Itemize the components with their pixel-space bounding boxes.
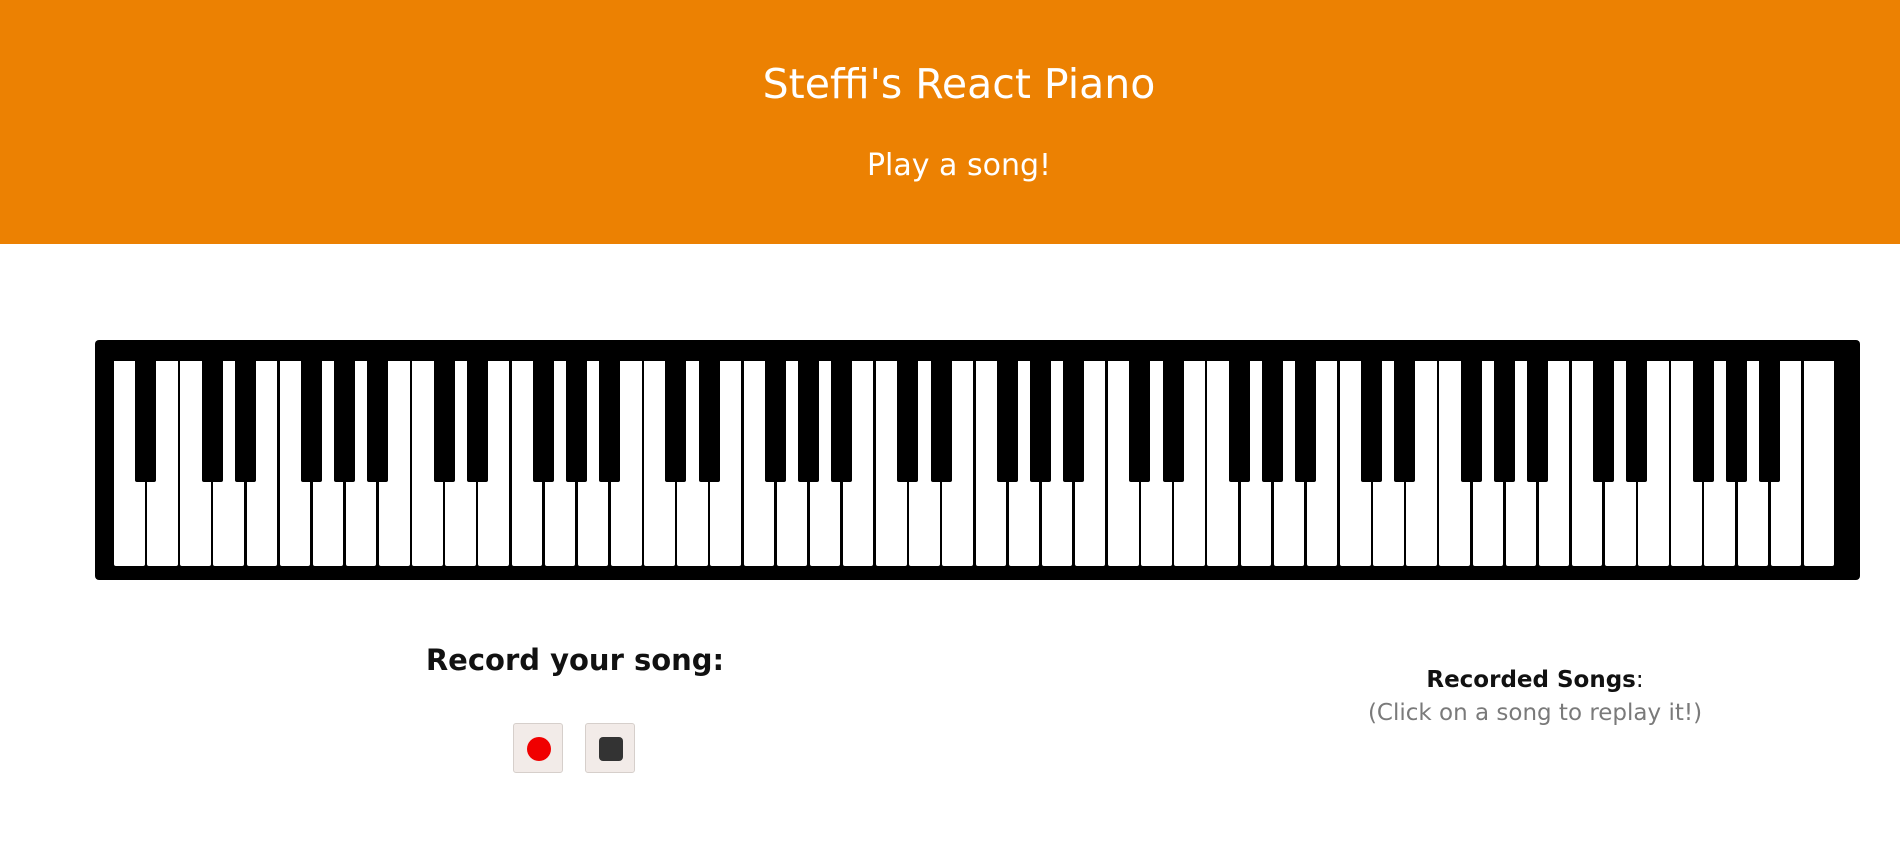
- black-key[interactable]: [930, 361, 952, 482]
- recorded-songs-heading: Recorded Songs:: [1290, 664, 1780, 696]
- black-key[interactable]: [1129, 361, 1151, 482]
- black-key[interactable]: [201, 361, 223, 482]
- black-key[interactable]: [1692, 361, 1714, 482]
- black-key[interactable]: [334, 361, 356, 482]
- black-key[interactable]: [764, 361, 786, 482]
- black-key[interactable]: [1626, 361, 1648, 482]
- black-key[interactable]: [1029, 361, 1051, 482]
- black-key[interactable]: [1493, 361, 1515, 482]
- black-key[interactable]: [1725, 361, 1747, 482]
- black-key[interactable]: [1228, 361, 1250, 482]
- record-section: Record your song:: [400, 640, 750, 773]
- black-key[interactable]: [367, 361, 389, 482]
- record-controls: [513, 723, 643, 775]
- black-key[interactable]: [599, 361, 621, 482]
- black-key[interactable]: [1394, 361, 1416, 482]
- black-key[interactable]: [1063, 361, 1085, 482]
- black-key[interactable]: [798, 361, 820, 482]
- black-key[interactable]: [1460, 361, 1482, 482]
- app-header: Steffi's React Piano Play a song!: [0, 0, 1900, 244]
- recorded-songs-title: Recorded Songs: [1426, 667, 1636, 693]
- black-key[interactable]: [897, 361, 919, 482]
- piano-keyboard: [95, 340, 1860, 580]
- recorded-songs-section: Recorded Songs: (Click on a song to repl…: [1290, 664, 1780, 730]
- record-icon: [527, 737, 551, 761]
- piano-keys: [114, 361, 1837, 566]
- black-key[interactable]: [566, 361, 588, 482]
- record-heading: Record your song:: [425, 643, 725, 677]
- black-key[interactable]: [831, 361, 853, 482]
- black-key[interactable]: [1593, 361, 1615, 482]
- black-key[interactable]: [433, 361, 455, 482]
- black-key[interactable]: [234, 361, 256, 482]
- stop-icon: [599, 737, 623, 761]
- black-key[interactable]: [1162, 361, 1184, 482]
- black-key[interactable]: [135, 361, 157, 482]
- white-key[interactable]: [1803, 361, 1835, 566]
- recorded-songs-hint: (Click on a song to replay it!): [1367, 700, 1703, 726]
- recorded-songs-colon: :: [1635, 667, 1644, 693]
- black-key[interactable]: [1261, 361, 1283, 482]
- black-key[interactable]: [698, 361, 720, 482]
- black-key[interactable]: [665, 361, 687, 482]
- app-title: Steffi's React Piano: [762, 60, 1156, 108]
- black-key[interactable]: [301, 361, 322, 482]
- app-subtitle: Play a song!: [866, 148, 1052, 183]
- black-key[interactable]: [996, 361, 1018, 482]
- black-key[interactable]: [1526, 361, 1548, 482]
- record-button[interactable]: [513, 723, 563, 773]
- black-key[interactable]: [1361, 361, 1383, 482]
- black-key[interactable]: [532, 361, 554, 482]
- black-key[interactable]: [1758, 361, 1780, 482]
- black-key[interactable]: [466, 361, 488, 482]
- black-key[interactable]: [1295, 361, 1317, 482]
- stop-button[interactable]: [585, 723, 635, 773]
